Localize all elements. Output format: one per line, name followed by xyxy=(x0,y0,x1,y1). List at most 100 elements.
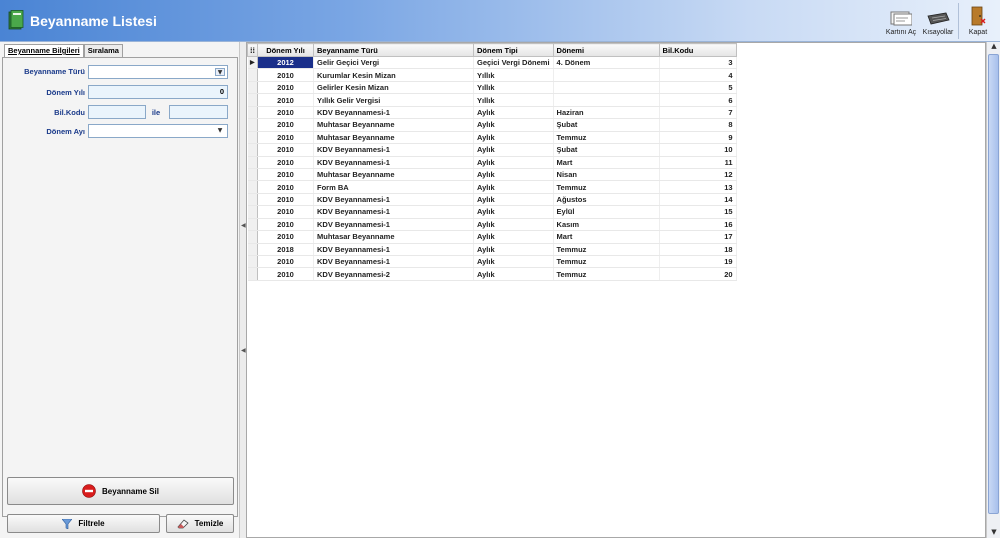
cell-donem-tipi[interactable]: Geçici Vergi Dönemi xyxy=(473,56,554,70)
cell-bil-kodu[interactable]: 15 xyxy=(659,205,737,219)
cell-donem-yili[interactable]: 2010 xyxy=(257,143,314,157)
tab-beyanname-bilgileri[interactable]: Beyanname Bilgileri xyxy=(4,44,84,58)
cell-donem-yili[interactable]: 2012 xyxy=(257,56,314,70)
cell-donemi[interactable]: Haziran xyxy=(553,106,660,120)
cell-donemi[interactable] xyxy=(553,81,660,95)
row-indicator[interactable] xyxy=(247,205,258,219)
cell-donem-tipi[interactable]: Aylık xyxy=(473,193,554,207)
cell-beyanname-turu[interactable]: KDV Beyannamesi-2 xyxy=(313,267,474,281)
cell-donem-yili[interactable]: 2010 xyxy=(257,168,314,182)
delete-declaration-button[interactable]: Beyanname Sil xyxy=(7,477,234,505)
column-header-donem-yili[interactable]: Dönem Yılı xyxy=(257,43,314,57)
cell-beyanname-turu[interactable]: Gelirler Kesin Mizan xyxy=(313,81,474,95)
table-row[interactable]: 2010 Muhtasar Beyanname Aylık Nisan 12 xyxy=(247,168,737,182)
row-indicator[interactable] xyxy=(247,68,258,82)
scroll-thumb[interactable] xyxy=(988,54,999,514)
cell-donem-tipi[interactable]: Aylık xyxy=(473,180,554,194)
cell-donemi[interactable]: 4. Dönem xyxy=(553,56,660,70)
table-row[interactable]: 2010 Muhtasar Beyanname Aylık Mart 17 xyxy=(247,230,737,244)
row-indicator[interactable] xyxy=(247,243,258,257)
cell-donemi[interactable] xyxy=(553,93,660,107)
cell-beyanname-turu[interactable]: KDV Beyannamesi-1 xyxy=(313,193,474,207)
table-row[interactable]: 2010 KDV Beyannamesi-1 Aylık Şubat 10 xyxy=(247,143,737,157)
cell-beyanname-turu[interactable]: Muhtasar Beyanname xyxy=(313,168,474,182)
cell-donem-yili[interactable]: 2010 xyxy=(257,68,314,82)
row-indicator[interactable] xyxy=(247,131,258,145)
cell-beyanname-turu[interactable]: KDV Beyannamesi-1 xyxy=(313,205,474,219)
row-indicator[interactable] xyxy=(247,193,258,207)
cell-bil-kodu[interactable]: 16 xyxy=(659,218,737,232)
row-indicator[interactable] xyxy=(247,180,258,194)
cell-donemi[interactable]: Mart xyxy=(553,156,660,169)
cell-donem-tipi[interactable]: Aylık xyxy=(473,243,554,257)
tab-siralama[interactable]: Sıralama xyxy=(83,44,123,58)
current-row-arrow-icon[interactable]: ▶ xyxy=(247,56,258,70)
cell-donem-tipi[interactable]: Aylık xyxy=(473,156,554,169)
cell-bil-kodu[interactable]: 9 xyxy=(659,131,737,145)
cell-bil-kodu[interactable]: 10 xyxy=(659,143,737,157)
cell-donem-yili[interactable]: 2010 xyxy=(257,205,314,219)
cell-beyanname-turu[interactable]: KDV Beyannamesi-1 xyxy=(313,143,474,157)
row-indicator[interactable] xyxy=(247,156,258,169)
collapse-left-icon[interactable]: ◀ xyxy=(241,222,246,229)
table-row[interactable]: 2010 KDV Beyannamesi-1 Aylık Kasım 16 xyxy=(247,218,737,232)
cell-donemi[interactable]: Mart xyxy=(553,230,660,244)
cell-donem-tipi[interactable]: Aylık xyxy=(473,205,554,219)
row-indicator[interactable] xyxy=(247,106,258,120)
cell-bil-kodu[interactable]: 20 xyxy=(659,267,737,281)
shortcuts-button[interactable]: Kısayollar xyxy=(920,2,956,40)
cell-donem-yili[interactable]: 2010 xyxy=(257,230,314,244)
cell-donem-yili[interactable]: 2010 xyxy=(257,156,314,169)
column-header-donem-tipi[interactable]: Dönem Tipi xyxy=(473,43,554,57)
scroll-up-icon[interactable]: ▲ xyxy=(989,42,999,52)
cell-bil-kodu[interactable]: 4 xyxy=(659,68,737,82)
cell-donem-tipi[interactable]: Yıllık xyxy=(473,68,554,82)
column-header-beyanname-turu[interactable]: Beyanname Türü xyxy=(313,43,474,57)
row-indicator[interactable] xyxy=(247,118,258,132)
cell-donem-yili[interactable]: 2010 xyxy=(257,106,314,120)
cell-donemi[interactable]: Temmuz xyxy=(553,243,660,257)
column-header-bil-kodu[interactable]: Bil.Kodu xyxy=(658,43,737,57)
cell-beyanname-turu[interactable]: Muhtasar Beyanname xyxy=(313,118,474,132)
cell-donem-yili[interactable]: 2010 xyxy=(257,118,314,132)
cell-donemi[interactable]: Temmuz xyxy=(553,180,660,194)
row-indicator[interactable] xyxy=(247,255,258,269)
cell-beyanname-turu[interactable]: Form BA xyxy=(313,180,474,194)
table-row[interactable]: 2010 KDV Beyannamesi-1 Aylık Mart 11 xyxy=(247,156,737,169)
cell-donem-tipi[interactable]: Yıllık xyxy=(473,93,554,107)
table-row[interactable]: 2010 KDV Beyannamesi-1 Aylık Temmuz 19 xyxy=(247,255,737,269)
donem-yili-input[interactable]: 0 xyxy=(88,85,228,99)
cell-bil-kodu[interactable]: 18 xyxy=(659,243,737,257)
cell-bil-kodu[interactable]: 7 xyxy=(659,106,737,120)
table-row[interactable]: 2010 Muhtasar Beyanname Aylık Şubat 8 xyxy=(247,118,737,132)
column-header-donemi[interactable]: Dönemi xyxy=(552,43,660,57)
table-row[interactable]: 2010 Kurumlar Kesin Mizan Yıllık 4 xyxy=(247,68,737,82)
cell-donemi[interactable]: Nisan xyxy=(553,168,660,182)
table-row[interactable]: 2010 Gelirler Kesin Mizan Yıllık 5 xyxy=(247,81,737,95)
vertical-scrollbar[interactable]: ▲ ▼ xyxy=(986,42,1000,538)
cell-beyanname-turu[interactable]: KDV Beyannamesi-1 xyxy=(313,255,474,269)
cell-beyanname-turu[interactable]: Kurumlar Kesin Mizan xyxy=(313,68,474,82)
cell-donemi[interactable]: Kasım xyxy=(553,218,660,232)
cell-beyanname-turu[interactable]: KDV Beyannamesi-1 xyxy=(313,106,474,120)
cell-donemi[interactable]: Temmuz xyxy=(553,267,660,281)
donem-ayi-select[interactable]: ▼ xyxy=(88,124,228,138)
cell-beyanname-turu[interactable]: Muhtasar Beyanname xyxy=(313,230,474,244)
clear-button[interactable]: Temizle xyxy=(166,514,234,533)
row-indicator[interactable] xyxy=(247,267,258,281)
cell-donem-yili[interactable]: 2010 xyxy=(257,131,314,145)
bil-kodu-from-input[interactable] xyxy=(88,105,146,119)
cell-donem-yili[interactable]: 2010 xyxy=(257,180,314,194)
collapse-left-icon[interactable]: ◀ xyxy=(241,347,246,354)
cell-donem-tipi[interactable]: Aylık xyxy=(473,267,554,281)
cell-donemi[interactable]: Şubat xyxy=(553,118,660,132)
row-indicator[interactable] xyxy=(247,218,258,232)
cell-donem-yili[interactable]: 2010 xyxy=(257,193,314,207)
cell-donemi[interactable]: Temmuz xyxy=(553,255,660,269)
cell-donemi[interactable]: Eylül xyxy=(553,205,660,219)
cell-donem-tipi[interactable]: Aylık xyxy=(473,131,554,145)
close-button[interactable]: Kapat xyxy=(962,2,994,40)
row-indicator[interactable] xyxy=(247,230,258,244)
row-indicator[interactable] xyxy=(247,93,258,107)
bil-kodu-to-input[interactable] xyxy=(169,105,228,119)
